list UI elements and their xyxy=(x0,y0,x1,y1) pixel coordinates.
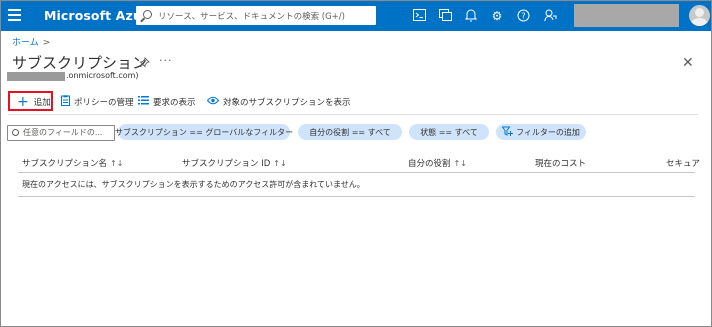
toolbar-divider xyxy=(8,114,698,115)
account-info-redacted[interactable] xyxy=(574,4,679,27)
subscription-filter-pill[interactable]: サブスクリプション == グローバルなフィルター xyxy=(115,124,293,140)
azure-top-bar: Microsoft Azure リソース、サービス、ドキュメントの検索 (G+/… xyxy=(1,1,711,31)
show-target-label: 対象のサブスクリプションを表示 xyxy=(223,97,351,108)
help-icon[interactable]: ? xyxy=(516,9,530,23)
feedback-icon[interactable] xyxy=(543,9,557,23)
column-header-my-role[interactable]: 自分の役割 ↑↓ xyxy=(408,157,467,169)
column-header-current-cost[interactable]: 現在のコスト xyxy=(535,157,586,169)
breadcrumb: ホーム > xyxy=(12,35,50,48)
svg-text:?: ? xyxy=(521,12,525,21)
column-label: 自分の役割 xyxy=(408,159,451,169)
page-title: サブスクリプション xyxy=(12,54,148,72)
plus-icon: + xyxy=(17,93,29,110)
role-filter-pill[interactable]: 自分の役割 == すべて xyxy=(298,124,402,140)
sort-icon[interactable]: ↑↓ xyxy=(110,159,123,168)
status-filter-pill[interactable]: 状態 == すべて xyxy=(409,124,489,140)
eye-icon xyxy=(206,95,220,108)
global-search-input[interactable]: リソース、サービス、ドキュメントの検索 (G+/) xyxy=(136,6,376,25)
add-filter-button[interactable]: フィルターの追加 xyxy=(496,124,586,140)
column-label: サブスクリプション ID xyxy=(182,159,271,169)
sort-icon[interactable]: ↑↓ xyxy=(273,159,286,168)
cloud-shell-icon[interactable] xyxy=(412,9,426,23)
row-divider xyxy=(18,196,695,197)
menu-icon[interactable] xyxy=(8,9,21,21)
table-header: サブスクリプション名 ↑↓ サブスクリプション ID ↑↓ 自分の役割 ↑↓ 現在のコ… xyxy=(18,157,700,169)
column-header-subscription-name[interactable]: サブスクリプション名 ↑↓ xyxy=(22,157,123,169)
search-icon xyxy=(143,10,152,19)
column-label: サブスクリプション名 xyxy=(22,159,108,169)
tenant-domain-label: .onmicrosoft.com) xyxy=(66,71,139,80)
manage-policy-label: ポリシーの管理 xyxy=(74,97,134,108)
empty-state-message: 現在のアクセスには、サブスクリプションを表示するためのアクセス許可が含まれていま… xyxy=(22,180,365,189)
manage-policy-button[interactable]: ポリシーの管理 xyxy=(61,92,134,111)
notifications-icon[interactable] xyxy=(464,9,478,23)
directory-filter-icon[interactable] xyxy=(438,9,452,23)
sort-icon[interactable]: ↑↓ xyxy=(454,159,467,168)
add-button-label: 追加 xyxy=(33,97,51,108)
show-target-subscriptions-button[interactable]: 対象のサブスクリプションを表示 xyxy=(206,92,351,111)
search-icon xyxy=(12,129,19,136)
header-divider xyxy=(18,172,695,173)
search-placeholder: リソース、サービス、ドキュメントの検索 (G+/) xyxy=(158,12,345,22)
policy-icon xyxy=(61,94,70,109)
more-options-icon[interactable]: ··· xyxy=(159,54,173,67)
add-filter-label: フィルターの追加 xyxy=(516,127,580,137)
add-button[interactable]: + 追加 xyxy=(17,92,51,111)
add-filter-icon xyxy=(501,126,514,139)
view-requirements-label: 要求の表示 xyxy=(153,97,196,108)
tenant-name-redacted xyxy=(7,72,65,81)
close-icon[interactable]: ✕ xyxy=(682,55,694,71)
settings-icon[interactable]: ⚙ xyxy=(490,9,504,23)
field-filter-input[interactable]: 任意のフィールドの... xyxy=(7,125,115,141)
field-filter-placeholder: 任意のフィールドの... xyxy=(23,128,103,137)
list-icon xyxy=(138,95,149,108)
pin-icon[interactable] xyxy=(139,57,150,71)
avatar[interactable] xyxy=(689,5,710,26)
column-header-subscription-id[interactable]: サブスクリプション ID ↑↓ xyxy=(182,157,287,169)
breadcrumb-home-link[interactable]: ホーム xyxy=(12,38,39,48)
view-requirements-button[interactable]: 要求の表示 xyxy=(138,92,196,111)
column-header-secure-score[interactable]: セキュア xyxy=(666,157,700,169)
breadcrumb-separator: > xyxy=(42,38,51,48)
